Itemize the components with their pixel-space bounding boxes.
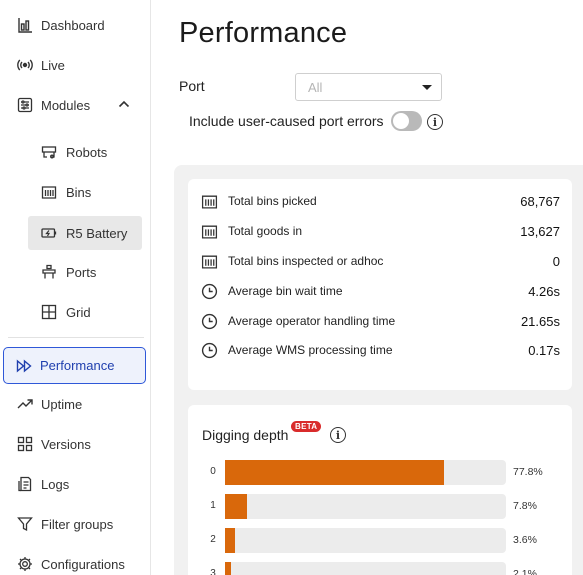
robot-icon bbox=[40, 143, 58, 161]
info-icon[interactable]: i bbox=[330, 427, 346, 443]
port-icon bbox=[40, 263, 58, 281]
sidebar-divider bbox=[8, 337, 144, 338]
fast-forward-icon bbox=[15, 357, 33, 375]
bar bbox=[225, 494, 247, 519]
sidebar-subitem-label: R5 Battery bbox=[66, 225, 128, 241]
bins-icon bbox=[40, 183, 58, 201]
stat-row: Total bins picked 68,767 bbox=[200, 191, 560, 211]
broadcast-icon bbox=[16, 56, 34, 74]
bins-icon bbox=[200, 222, 218, 240]
sidebar: Dashboard Live Modules Robots Bins R5 Ba… bbox=[0, 0, 151, 575]
bar-track bbox=[225, 460, 506, 485]
bar-category-label: 1 bbox=[210, 500, 216, 511]
bar-value-label: 77.8% bbox=[513, 466, 543, 478]
sidebar-item-label: Live bbox=[41, 57, 65, 73]
port-select-value: All bbox=[308, 80, 323, 95]
filter-icon bbox=[16, 515, 34, 533]
clock-icon bbox=[200, 341, 218, 359]
sidebar-item-performance[interactable]: Performance bbox=[3, 347, 146, 384]
sidebar-item-uptime[interactable]: Uptime bbox=[6, 387, 82, 421]
sidebar-subitem-grid[interactable]: Grid bbox=[28, 295, 142, 329]
sidebar-item-label: Configurations bbox=[41, 556, 125, 572]
user-errors-toggle-label: Include user-caused port errors bbox=[189, 113, 384, 129]
sidebar-item-configurations[interactable]: Configurations bbox=[6, 547, 125, 575]
bar-value-label: 2.1% bbox=[513, 568, 537, 575]
sidebar-item-filter-groups[interactable]: Filter groups bbox=[6, 507, 113, 541]
stat-value: 68,767 bbox=[520, 193, 560, 209]
bins-icon bbox=[200, 252, 218, 270]
grid-icon bbox=[16, 435, 34, 453]
bar-value-label: 7.8% bbox=[513, 500, 537, 512]
sidebar-item-label: Versions bbox=[41, 436, 91, 452]
sidebar-item-label: Uptime bbox=[41, 396, 83, 412]
bar bbox=[225, 460, 444, 485]
sidebar-item-dashboard[interactable]: Dashboard bbox=[6, 8, 105, 42]
bar bbox=[225, 562, 231, 575]
bar-track bbox=[225, 562, 506, 575]
sidebar-item-label: Modules bbox=[41, 97, 91, 113]
sidebar-subitem-r5-battery[interactable]: R5 Battery bbox=[28, 216, 142, 250]
port-select[interactable]: All bbox=[295, 73, 442, 101]
sidebar-item-modules[interactable]: Modules bbox=[6, 88, 145, 122]
bar-track bbox=[225, 528, 506, 553]
stat-row: Total goods in 13,627 bbox=[200, 221, 560, 241]
stat-label: Average operator handling time bbox=[228, 314, 396, 328]
bar bbox=[225, 528, 236, 553]
battery-icon bbox=[40, 224, 58, 242]
stat-value: 0 bbox=[552, 253, 560, 269]
stat-value: 0.17s bbox=[528, 342, 560, 358]
stat-row: Average WMS processing time 0.17s bbox=[200, 340, 560, 360]
chevron-up-icon[interactable] bbox=[117, 97, 131, 111]
logs-icon bbox=[16, 475, 34, 493]
bins-icon bbox=[200, 192, 218, 210]
sidebar-subitem-label: Robots bbox=[66, 144, 108, 160]
stat-row: Average bin wait time 4.26s bbox=[200, 281, 560, 301]
digging-depth-title: Digging depth bbox=[202, 427, 289, 443]
stat-row: Total bins inspected or adhoc 0 bbox=[200, 251, 560, 271]
user-errors-toggle[interactable] bbox=[391, 111, 422, 131]
sidebar-subitem-bins[interactable]: Bins bbox=[28, 175, 142, 209]
sidebar-item-label: Logs bbox=[41, 476, 70, 492]
port-label: Port bbox=[179, 78, 205, 94]
stat-value: 13,627 bbox=[520, 223, 560, 239]
gear-icon bbox=[16, 555, 34, 573]
stat-label: Total bins inspected or adhoc bbox=[228, 254, 384, 268]
bar-value-label: 3.6% bbox=[513, 534, 537, 546]
beta-badge: BETA bbox=[291, 421, 322, 432]
sidebar-subitem-label: Ports bbox=[66, 264, 97, 280]
sidebar-item-label: Filter groups bbox=[41, 516, 114, 532]
stat-label: Total bins picked bbox=[228, 194, 317, 208]
trend-up-icon bbox=[16, 395, 34, 413]
sidebar-subitem-robots[interactable]: Robots bbox=[28, 135, 142, 169]
sidebar-item-live[interactable]: Live bbox=[6, 48, 65, 82]
sidebar-item-label: Dashboard bbox=[41, 17, 105, 33]
grid-square-icon bbox=[40, 303, 58, 321]
info-icon[interactable]: i bbox=[427, 114, 443, 130]
stat-row: Average operator handling time 21.65s bbox=[200, 311, 560, 331]
bar-track bbox=[225, 494, 506, 519]
sidebar-subitem-label: Bins bbox=[66, 184, 92, 200]
modules-icon bbox=[16, 96, 34, 114]
sidebar-item-versions[interactable]: Versions bbox=[6, 427, 91, 461]
sidebar-subitem-label: Grid bbox=[66, 304, 91, 320]
stat-value: 4.26s bbox=[528, 283, 560, 299]
stat-label: Total goods in bbox=[228, 224, 303, 238]
clock-icon bbox=[200, 312, 218, 330]
sidebar-subitem-ports[interactable]: Ports bbox=[28, 255, 142, 289]
sidebar-item-logs[interactable]: Logs bbox=[6, 467, 69, 501]
stat-label: Average bin wait time bbox=[228, 284, 343, 298]
page-title: Performance bbox=[179, 17, 348, 49]
bar-category-label: 3 bbox=[210, 568, 216, 575]
sidebar-item-label: Performance bbox=[40, 358, 115, 373]
stat-value: 21.65s bbox=[520, 313, 560, 329]
stat-label: Average WMS processing time bbox=[228, 343, 393, 357]
toggle-knob bbox=[393, 113, 409, 129]
bar-category-label: 0 bbox=[210, 466, 216, 477]
caret-down-icon bbox=[422, 85, 432, 90]
bar-category-label: 2 bbox=[210, 534, 216, 545]
clock-icon bbox=[200, 282, 218, 300]
bar-chart-icon bbox=[16, 16, 34, 34]
